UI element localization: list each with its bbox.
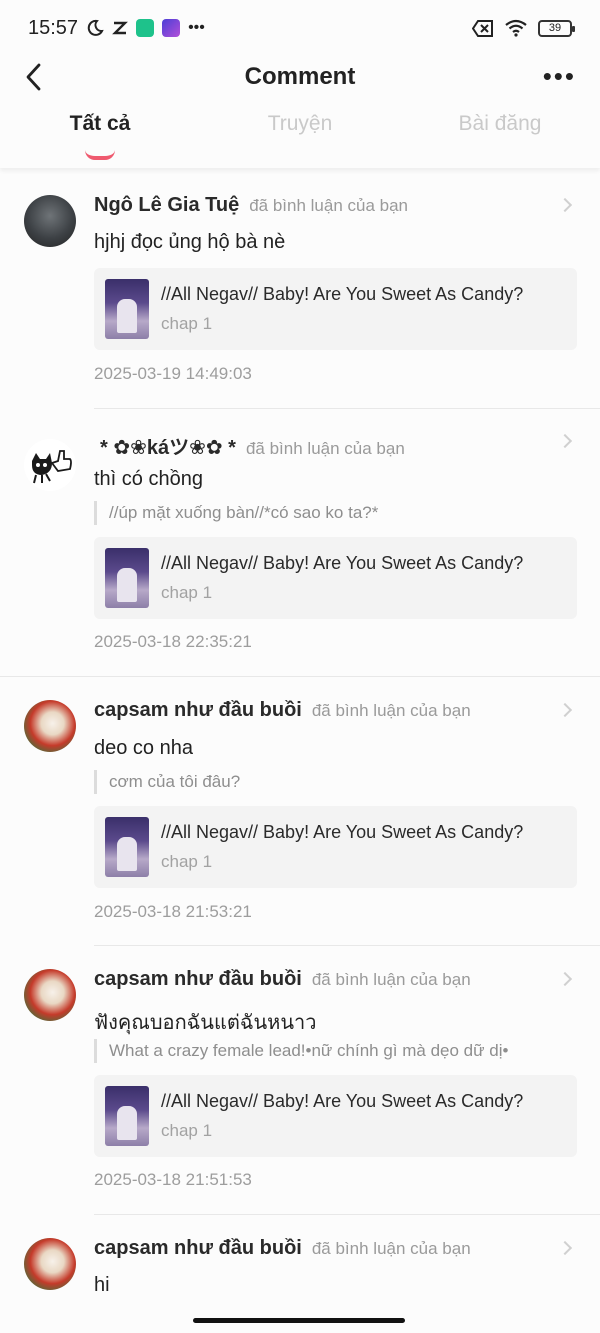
username-text: Ngô Lê Gia Tuệ	[94, 194, 240, 216]
tab-stories-label: Truyện	[267, 112, 333, 135]
quoted-original-comment: //úp mặt xuống bàn//*có sao ko ta?*	[94, 501, 378, 525]
app-purple-icon	[162, 19, 181, 37]
active-tab-indicator	[85, 150, 115, 160]
story-card[interactable]: //All Negav// Baby! Are You Sweet As Can…	[94, 537, 577, 619]
back-button[interactable]	[22, 60, 52, 94]
moon-icon	[87, 19, 104, 36]
page-title: Comment	[244, 63, 356, 90]
chevron-right-icon	[557, 702, 573, 718]
story-card[interactable]: //All Negav// Baby! Are You Sweet As Can…	[94, 806, 577, 888]
chevron-right-icon	[557, 971, 573, 987]
chevron-right-icon	[557, 1240, 573, 1256]
action-text: đã bình luận của bạn	[311, 970, 471, 989]
comment-username[interactable]: * ✿❀káツ❀✿ * đã bình luận của bạn	[100, 431, 405, 460]
comment-username[interactable]: capsam như đầu buồi đã bình luận của bạn	[94, 1237, 471, 1260]
divider	[0, 676, 600, 677]
tab-all[interactable]: Tất cả	[0, 112, 200, 168]
comment-text: hi	[94, 1274, 110, 1296]
story-title: //All Negav// Baby! Are You Sweet As Can…	[161, 284, 524, 304]
story-cover-image	[105, 548, 149, 608]
more-dots-icon: •••	[188, 19, 205, 36]
story-card[interactable]: //All Negav// Baby! Are You Sweet As Can…	[94, 268, 577, 350]
comment-text: ฟังคุณบอกฉันแต่ฉันหนาว	[94, 1012, 317, 1034]
story-chapter: chap 1	[161, 852, 213, 871]
tab-bar: Tất cả Truyện Bài đăng	[0, 112, 600, 168]
action-text: đã bình luận của bạn	[311, 1239, 471, 1258]
username-text: * ✿❀káツ❀✿ *	[100, 437, 236, 459]
chevron-right-icon	[557, 197, 573, 213]
story-card[interactable]: //All Negav// Baby! Are You Sweet As Can…	[94, 1075, 577, 1157]
action-text: đã bình luận của bạn	[249, 196, 409, 215]
comment-text: thì có chồng	[94, 468, 203, 490]
comment-username[interactable]: Ngô Lê Gia Tuệ đã bình luận của bạn	[94, 194, 408, 217]
story-cover-image	[105, 1086, 149, 1146]
divider	[94, 945, 600, 946]
comment-username[interactable]: capsam như đầu buồi đã bình luận của bạn	[94, 968, 471, 991]
story-title: //All Negav// Baby! Are You Sweet As Can…	[161, 822, 524, 842]
comment-username[interactable]: capsam như đầu buồi đã bình luận của bạn	[94, 699, 471, 722]
username-text: capsam như đầu buồi	[94, 1237, 302, 1259]
battery-icon: 39	[538, 19, 575, 37]
tiktok-icon	[112, 21, 128, 35]
avatar[interactable]	[24, 969, 76, 1021]
cat-thumbs-up-image	[32, 450, 72, 484]
tab-stories[interactable]: Truyện	[200, 112, 400, 168]
story-cover-image	[105, 817, 149, 877]
status-left: 15:57 •••	[28, 17, 205, 40]
quoted-original-comment: cơm của tôi đâu?	[94, 770, 240, 794]
comment-timestamp: 2025-03-19 14:49:03	[94, 364, 252, 383]
divider	[94, 1214, 600, 1215]
action-text: đã bình luận của bạn	[311, 701, 471, 720]
more-options-button[interactable]: •••	[543, 63, 576, 89]
username-text: capsam như đầu buồi	[94, 968, 302, 990]
wifi-icon	[505, 19, 527, 37]
avatar[interactable]	[24, 700, 76, 752]
divider	[94, 408, 600, 409]
status-bar: 15:57 ••• 39	[0, 0, 600, 56]
chevron-right-icon	[557, 433, 573, 449]
comment-timestamp: 2025-03-18 21:51:53	[94, 1170, 252, 1189]
story-chapter: chap 1	[161, 314, 213, 333]
story-cover-image	[105, 279, 149, 339]
tab-all-label: Tất cả	[69, 112, 131, 135]
status-right: 39	[472, 19, 575, 37]
story-chapter: chap 1	[161, 1121, 213, 1140]
app-green-icon	[136, 19, 155, 37]
home-indicator[interactable]	[193, 1318, 405, 1323]
comment-text: deo co nha	[94, 737, 193, 759]
comment-timestamp: 2025-03-18 21:53:21	[94, 902, 252, 921]
status-time: 15:57	[28, 16, 79, 39]
action-text: đã bình luận của bạn	[245, 439, 405, 458]
avatar[interactable]	[24, 439, 76, 491]
story-chapter: chap 1	[161, 583, 213, 602]
avatar[interactable]	[24, 1238, 76, 1290]
story-title: //All Negav// Baby! Are You Sweet As Can…	[161, 553, 524, 573]
tab-posts-label: Bài đăng	[458, 112, 542, 135]
story-title: //All Negav// Baby! Are You Sweet As Can…	[161, 1091, 524, 1111]
quoted-original-comment: What a crazy female lead!•nữ chính gì mà…	[94, 1039, 508, 1063]
tab-posts[interactable]: Bài đăng	[400, 112, 600, 168]
username-text: capsam như đầu buồi	[94, 699, 302, 721]
comment-text: hjhj đọc ủng hộ bà nè	[94, 231, 286, 253]
comment-timestamp: 2025-03-18 22:35:21	[94, 632, 252, 651]
avatar[interactable]	[24, 195, 76, 247]
sim-off-icon	[472, 19, 493, 37]
header: Comment •••	[0, 56, 600, 98]
